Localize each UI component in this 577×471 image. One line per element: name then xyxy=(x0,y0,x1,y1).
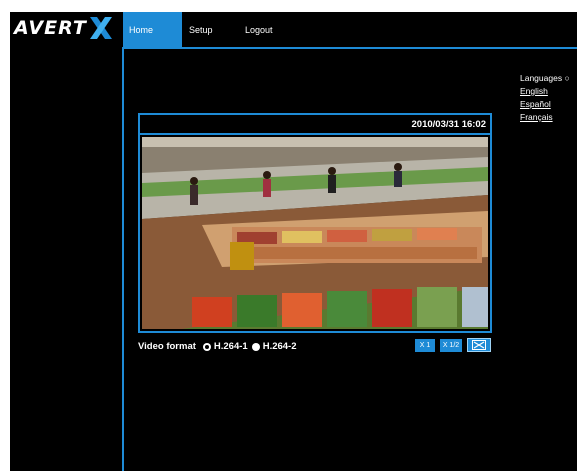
top-nav: Home Setup Logout xyxy=(123,12,300,47)
format-option-label: H.264-2 xyxy=(262,341,297,352)
nav-setup[interactable]: Setup xyxy=(182,12,240,47)
format-option-h264-2[interactable]: H.264-2 xyxy=(251,341,297,352)
video-format-label: Video format xyxy=(138,341,196,352)
logo-text: AVERT xyxy=(14,17,87,39)
format-option-h264-1[interactable]: H.264-1 xyxy=(202,341,248,352)
video-timestamp: 2010/03/31 16:02 xyxy=(411,119,486,130)
zoom-x1-button[interactable]: X 1 xyxy=(415,339,435,352)
video-format-row: Video format H.264-1 H.264-2 xyxy=(138,341,297,352)
nav-logout[interactable]: Logout xyxy=(240,12,300,47)
video-viewer: 2010/03/31 16:02 xyxy=(138,113,492,333)
lang-english[interactable]: English xyxy=(520,85,570,98)
radio-h264-2[interactable] xyxy=(251,342,260,351)
live-video-feed[interactable] xyxy=(142,137,488,329)
fullscreen-icon xyxy=(472,340,486,350)
language-panel: Languages ○ English Español Français xyxy=(520,72,570,124)
zoom-half-button[interactable]: X 1/2 xyxy=(440,339,462,352)
logo-x-icon xyxy=(89,17,112,39)
nav-home[interactable]: Home xyxy=(123,12,182,47)
avertx-logo: AVERT xyxy=(14,17,114,39)
languages-title: Languages ○ xyxy=(520,73,570,83)
viewer-title-bar: 2010/03/31 16:02 xyxy=(140,115,490,135)
lang-francais[interactable]: Français xyxy=(520,111,570,124)
lang-espanol[interactable]: Español xyxy=(520,98,570,111)
globe-icon: ○ xyxy=(564,73,570,83)
format-option-label: H.264-1 xyxy=(213,341,248,352)
fullscreen-button[interactable] xyxy=(467,338,491,352)
radio-h264-1[interactable] xyxy=(202,342,211,351)
